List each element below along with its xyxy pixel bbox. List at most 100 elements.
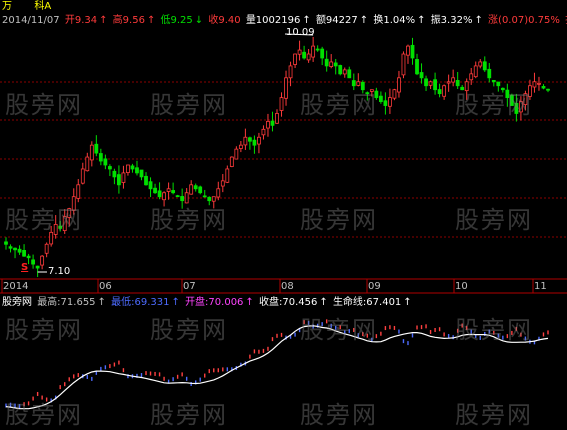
candle-body: [487, 68, 492, 79]
candle: [171, 182, 176, 195]
candle-body: [94, 143, 99, 154]
candle-body: [17, 248, 22, 253]
low-mark-label: 7.10: [48, 266, 71, 277]
candle: [49, 225, 54, 247]
indicator-header: 股旁网 最高:71.655 ↑ 最低:69.331 ↑ 开盘:70.006 ↑ 收盘:…: [2, 296, 414, 309]
candle: [320, 46, 325, 66]
candle: [482, 56, 487, 72]
candle: [541, 84, 546, 90]
candle: [71, 188, 76, 215]
candle-body: [383, 100, 388, 106]
candle: [424, 75, 428, 92]
candle-body: [419, 72, 424, 79]
candle-body: [397, 77, 401, 93]
candle: [266, 113, 270, 137]
candle-body: [491, 79, 496, 83]
candle: [8, 244, 13, 253]
indicator-panel: [5, 319, 549, 409]
candle: [496, 81, 501, 92]
candle-body: [211, 196, 216, 202]
candle-body: [532, 81, 537, 88]
candle: [473, 61, 478, 79]
candle-body: [306, 53, 311, 61]
candle: [388, 88, 392, 114]
candle: [315, 45, 320, 52]
xaxis-label-08: 08: [281, 281, 294, 292]
candle-body: [369, 89, 374, 92]
candle-body: [302, 51, 307, 59]
candle: [58, 220, 63, 232]
candle: [378, 91, 383, 104]
candle: [509, 93, 514, 106]
candle: [31, 254, 36, 269]
candle: [40, 254, 45, 270]
candle: [17, 245, 22, 255]
candle-body: [297, 49, 302, 55]
candle-body: [238, 144, 243, 149]
indicator-open: 开盘:70.006: [185, 297, 244, 308]
candle: [247, 136, 252, 150]
candle-body: [148, 181, 153, 190]
candle-body: [135, 167, 139, 174]
candle-body: [252, 139, 257, 146]
candle-body: [175, 195, 180, 198]
candle: [103, 154, 108, 170]
candle-body: [482, 61, 487, 71]
candle: [180, 188, 185, 209]
candle: [329, 54, 334, 69]
candle: [546, 88, 550, 93]
candle-body: [351, 80, 356, 87]
kline-chart[interactable]: [0, 0, 567, 426]
candle: [487, 63, 492, 83]
candle-body: [189, 184, 194, 195]
candle: [22, 244, 26, 257]
candle: [202, 189, 207, 198]
candle: [338, 64, 343, 76]
candle: [460, 85, 465, 91]
candle: [451, 69, 456, 87]
candle: [85, 152, 90, 172]
candle-body: [392, 89, 397, 99]
candle-body: [126, 164, 130, 173]
candle: [44, 242, 49, 258]
candle-body: [4, 241, 8, 245]
candle-body: [44, 243, 49, 254]
candle-body: [464, 81, 469, 92]
candle-body: [207, 196, 212, 202]
candle-body: [514, 102, 519, 114]
candle-body: [216, 188, 221, 198]
indicator-highest: 最高:71.655: [37, 297, 96, 308]
candle: [406, 44, 410, 64]
arrow-up-icon: ↑: [97, 297, 106, 308]
candle-body: [509, 94, 514, 106]
candle-body: [342, 69, 347, 75]
candle-body: [261, 128, 266, 136]
candle: [324, 50, 329, 72]
candle-body: [76, 184, 81, 199]
candle: [514, 93, 519, 122]
candle-body: [85, 156, 90, 172]
candle-body: [324, 58, 329, 67]
candle: [433, 72, 437, 95]
candle-body: [500, 87, 505, 91]
candle: [500, 87, 505, 93]
candle-body: [505, 89, 510, 99]
candle-body: [112, 170, 117, 178]
candle-body: [519, 101, 523, 113]
candle: [144, 172, 148, 186]
candle: [279, 92, 284, 117]
candle: [302, 45, 307, 60]
xaxis-label-2014: 2014: [3, 281, 29, 292]
candle-body: [22, 250, 26, 257]
candle: [293, 53, 297, 69]
candle-body: [40, 255, 45, 266]
candle: [112, 168, 117, 185]
candle: [505, 83, 510, 107]
candle-body: [537, 82, 541, 85]
candle: [162, 191, 166, 207]
candle-body: [225, 168, 230, 183]
candle: [383, 92, 388, 115]
buy-signal-icon: S: [21, 262, 29, 273]
candle-body: [121, 172, 126, 183]
candle: [135, 160, 139, 176]
